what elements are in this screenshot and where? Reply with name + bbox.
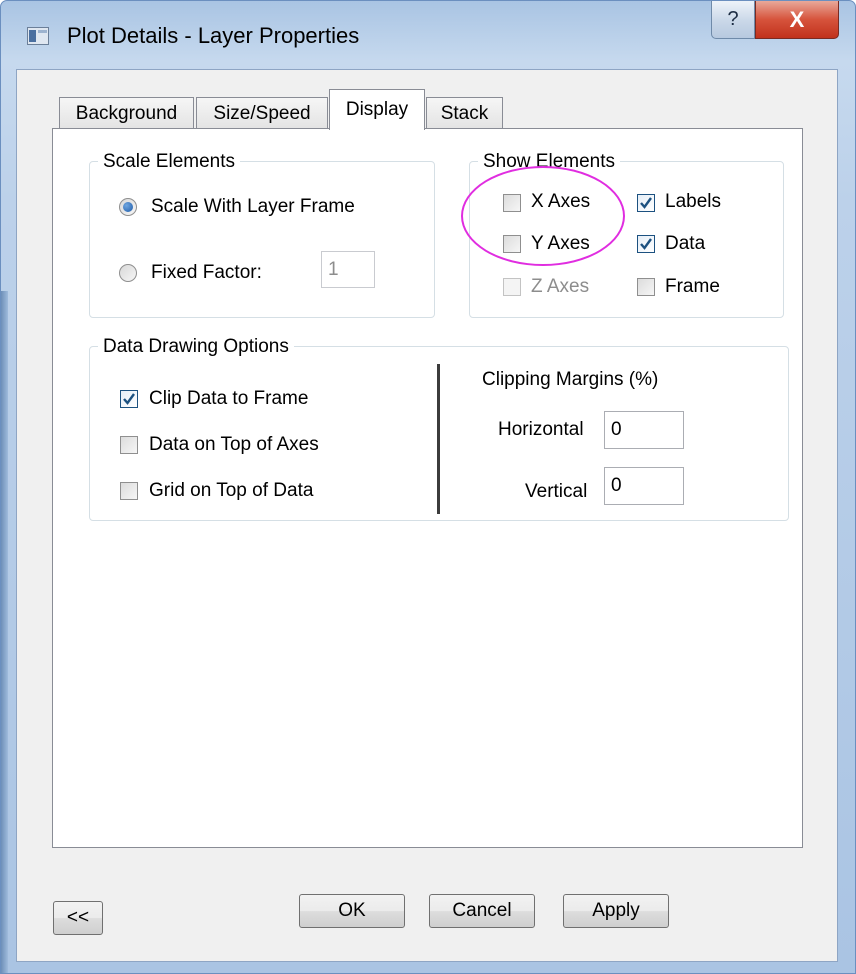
clip-data-to-frame-checkbox[interactable]: [120, 390, 138, 408]
data-on-top-of-axes-label: Data on Top of Axes: [149, 434, 319, 455]
tab-size-speed[interactable]: Size/Speed: [196, 97, 328, 129]
clip-data-to-frame-label: Clip Data to Frame: [149, 388, 309, 409]
horizontal-label: Horizontal: [498, 419, 584, 440]
scale-with-layer-frame-label: Scale With Layer Frame: [151, 196, 355, 217]
labels-label: Labels: [665, 191, 721, 212]
clipping-margins-title: Clipping Margins (%): [482, 369, 659, 390]
close-icon: X: [789, 6, 805, 32]
window-title: Plot Details - Layer Properties: [67, 23, 360, 48]
collapse-button[interactable]: <<: [53, 901, 103, 935]
scale-elements-group: [89, 161, 435, 318]
tab-display[interactable]: Display: [329, 89, 425, 130]
vertical-margin-input[interactable]: 0: [604, 467, 684, 505]
checkmark-icon: [123, 393, 135, 405]
frame-label: Frame: [665, 276, 720, 297]
cancel-button[interactable]: Cancel: [429, 894, 535, 928]
tab-label: Size/Speed: [213, 102, 311, 124]
apply-button[interactable]: Apply: [563, 894, 669, 928]
scale-with-layer-frame-radio[interactable]: [119, 198, 137, 216]
labels-checkbox[interactable]: [637, 194, 655, 212]
horizontal-margin-input[interactable]: 0: [604, 411, 684, 449]
grid-on-top-of-data-checkbox[interactable]: [120, 482, 138, 500]
z-axes-checkbox[interactable]: [503, 278, 521, 296]
ok-button[interactable]: OK: [299, 894, 405, 928]
z-axes-label: Z Axes: [531, 276, 590, 297]
tab-background[interactable]: Background: [59, 97, 194, 129]
app-icon: [27, 27, 49, 45]
dialog-window: Plot Details - Layer Properties ? X Back…: [0, 0, 856, 974]
tab-stack[interactable]: Stack: [426, 97, 503, 129]
data-checkbox[interactable]: [637, 235, 655, 253]
fixed-factor-label: Fixed Factor:: [151, 262, 262, 283]
help-button[interactable]: ?: [711, 1, 755, 39]
fixed-factor-input[interactable]: 1: [321, 251, 375, 288]
data-drawing-options-legend: Data Drawing Options: [98, 336, 294, 358]
grid-on-top-of-data-label: Grid on Top of Data: [149, 480, 314, 501]
vertical-divider: [437, 364, 440, 514]
radio-selected-dot: [123, 202, 133, 212]
vertical-label: Vertical: [525, 481, 588, 502]
window-left-edge: [1, 291, 8, 973]
data-label: Data: [665, 233, 706, 254]
frame-checkbox[interactable]: [637, 278, 655, 296]
tab-label: Stack: [440, 102, 489, 124]
checkmark-icon: [640, 238, 652, 250]
close-button[interactable]: X: [755, 1, 839, 39]
tab-label: Display: [345, 99, 409, 120]
help-icon: ?: [727, 8, 739, 30]
tab-label: Background: [75, 102, 178, 124]
fixed-factor-radio[interactable]: [119, 264, 137, 282]
data-on-top-of-axes-checkbox[interactable]: [120, 436, 138, 454]
scale-elements-legend: Scale Elements: [98, 151, 241, 173]
checkmark-icon: [640, 197, 652, 209]
highlight-annotation: [461, 166, 625, 266]
